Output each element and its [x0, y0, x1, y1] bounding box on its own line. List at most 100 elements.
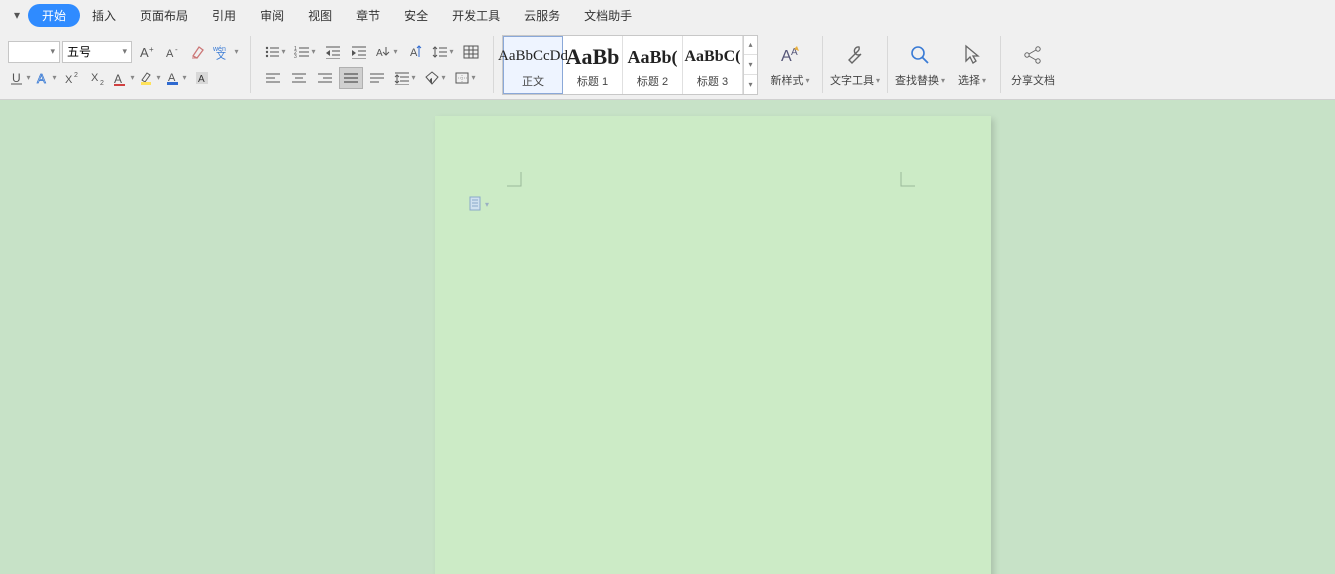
- chevron-down-icon: ▾: [485, 200, 489, 209]
- style-label: 标题 3: [697, 73, 728, 89]
- find-replace-button[interactable]: 查找替换▾: [892, 30, 948, 99]
- chevron-down-icon: ▾: [122, 46, 127, 57]
- share-document-button[interactable]: 分享文档: [1005, 30, 1061, 99]
- svg-text:3: 3: [294, 54, 297, 59]
- superscript-button[interactable]: X2: [60, 67, 84, 89]
- borders-button[interactable]: ▾: [451, 67, 479, 89]
- phonetic-guide-button[interactable]: wén文▾: [212, 41, 240, 63]
- bullets-button[interactable]: ▾: [261, 41, 289, 63]
- decrease-indent-button[interactable]: [321, 41, 345, 63]
- svg-text:2: 2: [74, 72, 78, 79]
- menubar-tab-5[interactable]: 视图: [296, 4, 344, 27]
- text-tools-label: 文字工具: [830, 72, 874, 88]
- document-icon: [469, 196, 483, 212]
- para-spacing-button[interactable]: ▾: [391, 67, 419, 89]
- svg-text:A: A: [410, 47, 418, 59]
- font-color-button[interactable]: A▾: [164, 67, 188, 89]
- shrink-font-button[interactable]: A-: [160, 41, 184, 63]
- font-size-combo[interactable]: 五号 ▾: [62, 41, 132, 63]
- menubar-tab-3[interactable]: 引用: [200, 4, 248, 27]
- magnifier-icon: [908, 41, 932, 69]
- style-label: 标题 1: [577, 73, 608, 89]
- find-replace-label: 查找替换: [895, 72, 939, 88]
- svg-text:+: +: [149, 45, 154, 54]
- margin-corner-tl-icon: [507, 172, 523, 193]
- char-shading-button[interactable]: A: [190, 67, 214, 89]
- share-icon: [1021, 41, 1045, 69]
- chevron-down-icon: ▾: [941, 76, 945, 85]
- align-right-button[interactable]: [313, 67, 337, 89]
- style-preview: AaBb(: [627, 41, 677, 73]
- styles-scroll-up[interactable]: ▴: [744, 36, 757, 56]
- numbering-button[interactable]: 123▾: [291, 41, 319, 63]
- svg-text:A: A: [114, 72, 122, 86]
- style-preview: AaBbC(: [684, 41, 740, 73]
- menubar-tab-8[interactable]: 开发工具: [440, 4, 512, 27]
- chevron-down-icon: ▾: [805, 76, 809, 85]
- highlight-button[interactable]: ▾: [138, 67, 162, 89]
- section-tag-button[interactable]: ▾: [469, 196, 489, 212]
- text-effects-button[interactable]: A▾: [34, 67, 58, 89]
- margin-corner-tr-icon: [899, 172, 915, 193]
- select-button[interactable]: 选择▾: [948, 30, 996, 99]
- align-left-button[interactable]: [261, 67, 285, 89]
- align-center-button[interactable]: [287, 67, 311, 89]
- font-name-combo[interactable]: ▾: [8, 41, 60, 63]
- style-label: 标题 2: [637, 73, 668, 89]
- shading-button[interactable]: ▾: [421, 67, 449, 89]
- style-item-0[interactable]: AaBbCcDd正文: [503, 36, 563, 94]
- underline-button[interactable]: U▾: [8, 67, 32, 89]
- chevron-down-icon: ▾: [50, 46, 55, 57]
- new-style-label: 新样式: [770, 72, 803, 88]
- style-preview: AaBb: [566, 41, 620, 73]
- menubar-tab-6[interactable]: 章节: [344, 4, 392, 27]
- style-item-3[interactable]: AaBbC(标题 3: [683, 36, 743, 94]
- styles-gallery: AaBbCcDd正文AaBb标题 1AaBb(标题 2AaBbC(标题 3▴▾▾: [502, 35, 758, 95]
- wrench-icon: [843, 41, 867, 69]
- menubar-tab-0[interactable]: 开始: [28, 4, 80, 27]
- select-label: 选择: [958, 72, 980, 88]
- file-menu-dropdown[interactable]: ▾: [6, 8, 28, 22]
- menubar-tab-2[interactable]: 页面布局: [128, 4, 200, 27]
- vertical-text-button[interactable]: A: [403, 41, 427, 63]
- font-size-value: 五号: [67, 43, 91, 60]
- svg-text:A: A: [37, 71, 46, 86]
- svg-text:文: 文: [216, 49, 226, 60]
- new-style-button[interactable]: AA 新样式▾: [762, 30, 818, 99]
- svg-text:U: U: [12, 71, 21, 85]
- document-page[interactable]: ▾: [435, 116, 991, 574]
- svg-text:A: A: [198, 74, 205, 85]
- clear-format-button[interactable]: [186, 41, 210, 63]
- menubar-tab-9[interactable]: 云服务: [512, 4, 572, 27]
- svg-text:2: 2: [100, 80, 104, 86]
- style-preview: AaBbCcDd: [498, 41, 568, 73]
- menubar-tab-7[interactable]: 安全: [392, 4, 440, 27]
- style-item-2[interactable]: AaBb(标题 2: [623, 36, 683, 94]
- svg-text:-: -: [175, 45, 178, 54]
- subscript-button[interactable]: X2: [86, 67, 110, 89]
- change-case-button[interactable]: A▾: [112, 67, 136, 89]
- grow-font-button[interactable]: A+: [134, 41, 158, 63]
- svg-text:A: A: [166, 48, 174, 60]
- styles-scroll-down[interactable]: ▾: [744, 55, 757, 75]
- line-spacing-button[interactable]: ▾: [429, 41, 457, 63]
- menubar-tab-4[interactable]: 审阅: [248, 4, 296, 27]
- align-distributed-button[interactable]: [365, 67, 389, 89]
- insert-table-button[interactable]: [459, 41, 483, 63]
- font-group: ▾ 五号 ▾ A+ A- wén文▾ U▾ A▾ X2 X2 A▾ ▾ A▾ A: [2, 30, 246, 99]
- text-tools-button[interactable]: 文字工具▾: [827, 30, 883, 99]
- increase-indent-button[interactable]: [347, 41, 371, 63]
- styles-group: AaBbCcDd正文AaBb标题 1AaBb(标题 2AaBbC(标题 3▴▾▾: [498, 30, 762, 99]
- menubar: ▾ 开始插入页面布局引用审阅视图章节安全开发工具云服务文档助手: [0, 0, 1335, 30]
- styles-spinner: ▴▾▾: [743, 36, 757, 94]
- styles-expand[interactable]: ▾: [744, 75, 757, 94]
- svg-text:A: A: [376, 48, 383, 59]
- style-item-1[interactable]: AaBb标题 1: [563, 36, 623, 94]
- menubar-tab-10[interactable]: 文档助手: [572, 4, 644, 27]
- svg-text:X: X: [91, 72, 99, 84]
- paragraph-group: ▾ 123▾ A▾ A ▾ ▾ ▾ ▾: [255, 30, 489, 99]
- align-justify-button[interactable]: [339, 67, 363, 89]
- text-direction-button[interactable]: A▾: [373, 41, 401, 63]
- document-area[interactable]: ▾: [0, 100, 1335, 574]
- menubar-tab-1[interactable]: 插入: [80, 4, 128, 27]
